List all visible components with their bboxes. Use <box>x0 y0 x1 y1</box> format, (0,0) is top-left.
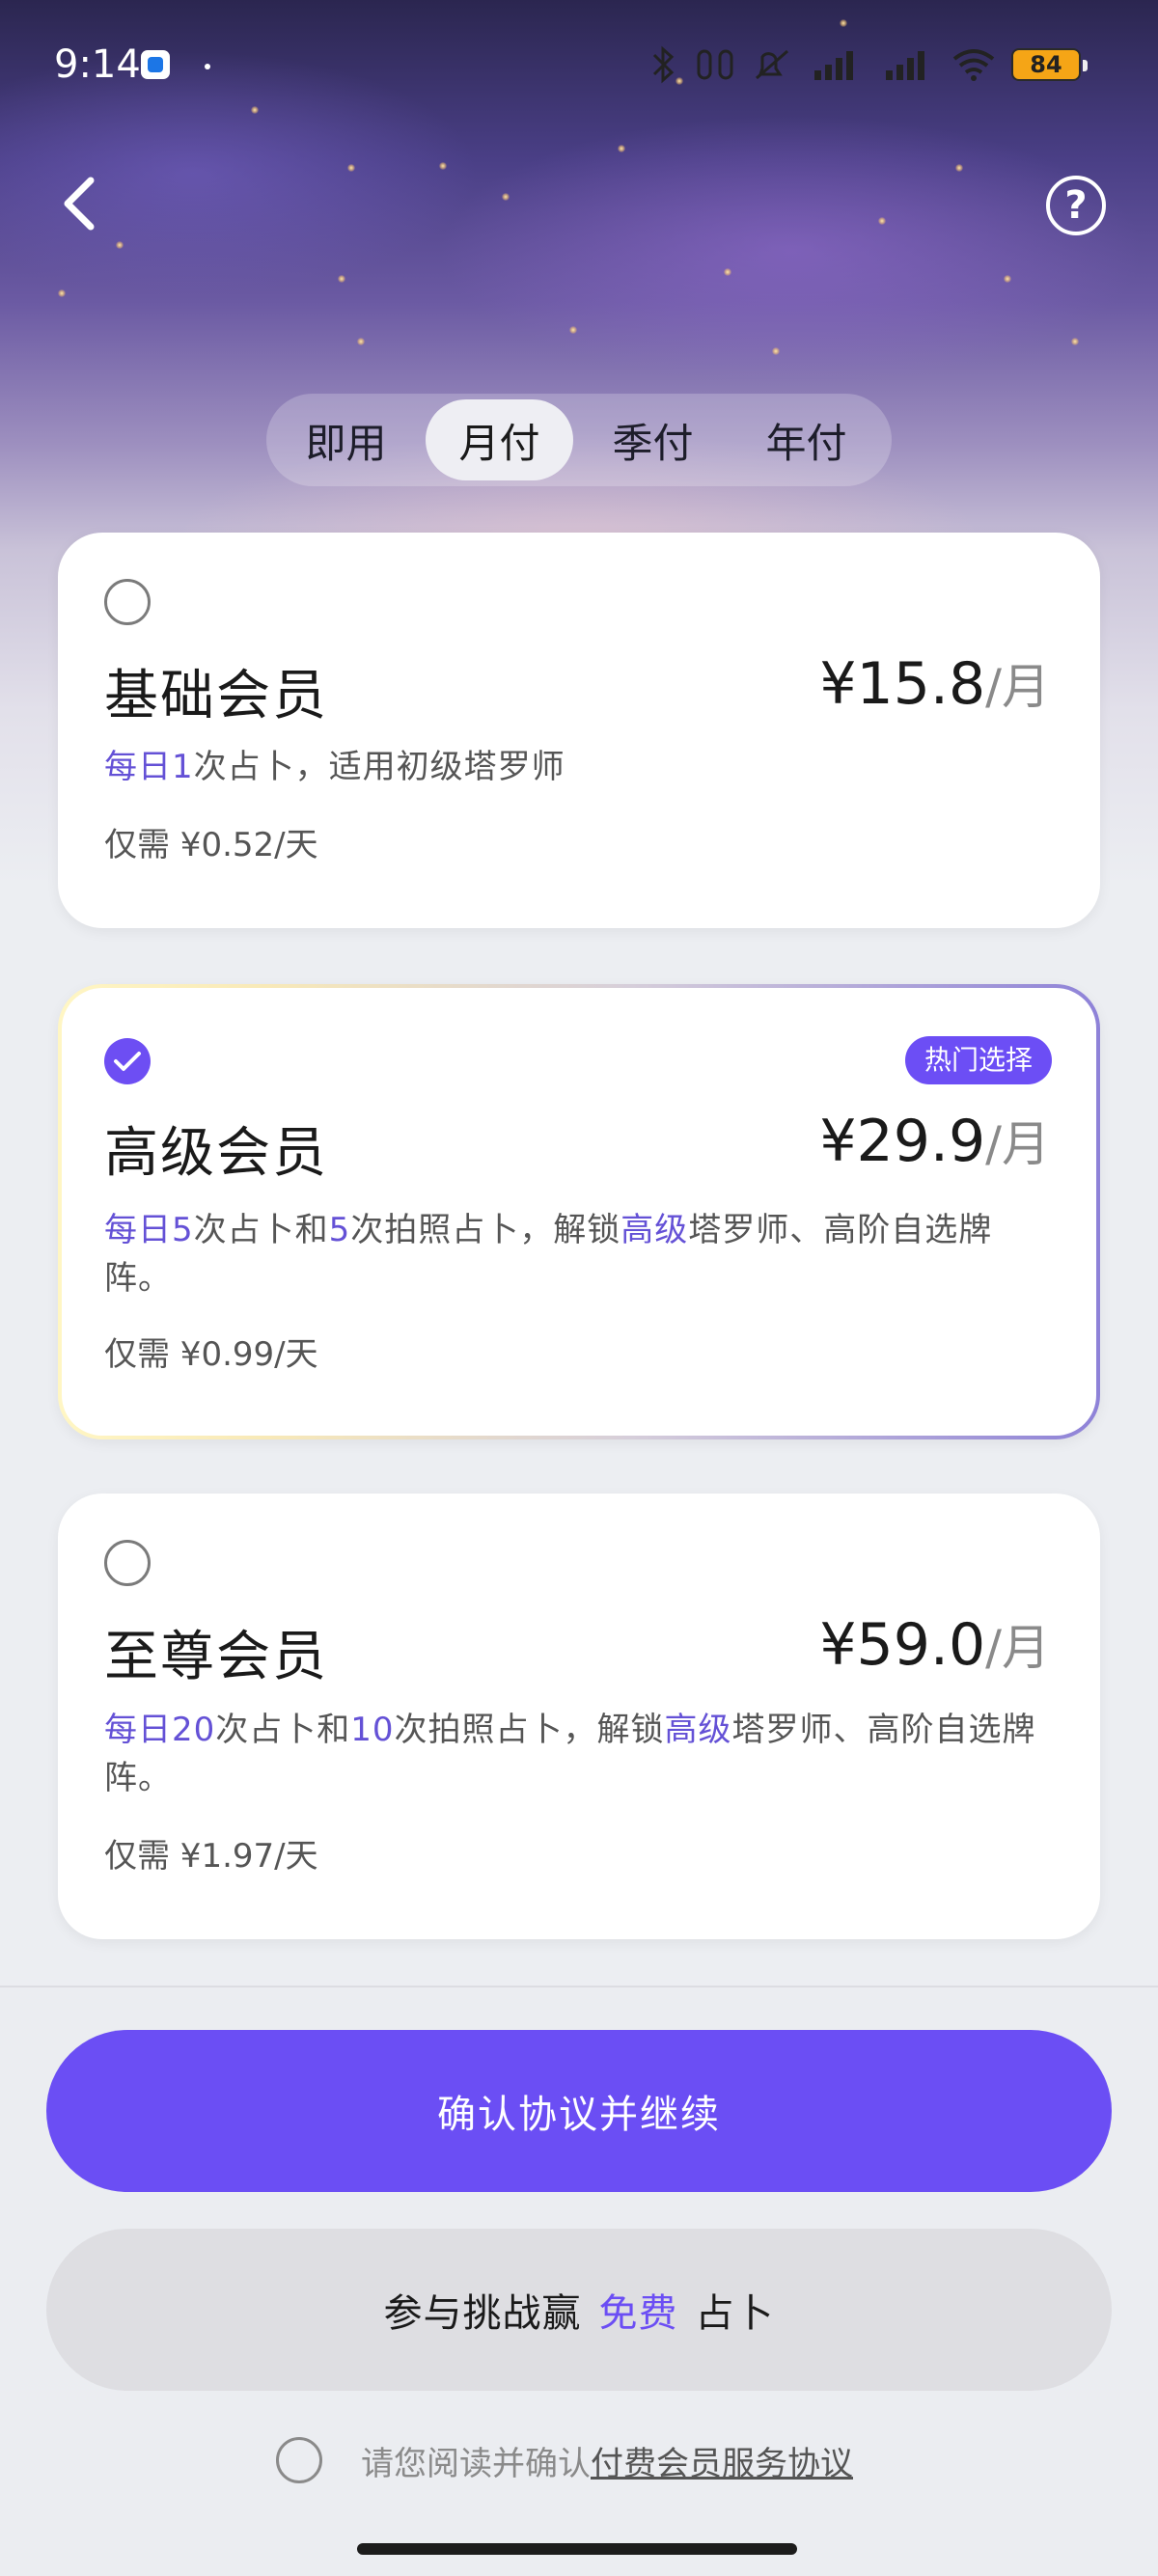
price-unit: /月 <box>985 1620 1050 1676</box>
plan-price: ¥59.0/月 <box>819 1609 1050 1679</box>
price-unit: /月 <box>985 1116 1050 1172</box>
plan-radio-supreme[interactable] <box>104 1540 151 1586</box>
plan-description: 每日20次占卜和10次拍照占卜，解锁高级塔罗师、高阶自选牌阵。 <box>104 1706 1050 1802</box>
plan-description: 每日1次占卜，适用初级塔罗师 <box>104 743 1050 791</box>
desc-highlight: 10 <box>350 1711 395 1749</box>
agreement-row: 请您阅读并确认 付费会员服务协议 <box>276 2437 853 2483</box>
desc-highlight: 每日1 <box>104 748 194 786</box>
bluetooth-icon <box>652 45 675 84</box>
challenge-suffix: 占卜 <box>695 2291 775 2336</box>
billing-period-tabs: 即用 月付 季付 年付 <box>266 394 892 486</box>
plan-card-premium[interactable]: 热门选择 高级会员 ¥29.9/月 每日5次占卜和5次拍照占卜，解锁高级塔罗师、… <box>58 984 1100 1439</box>
agreement-checkbox[interactable] <box>276 2437 322 2483</box>
notification-dot-icon <box>205 64 210 69</box>
plan-daily-price: 仅需 ¥1.97/天 <box>104 1837 318 1876</box>
desc-text: 次占卜，适用初级塔罗师 <box>193 748 565 786</box>
plan-card-supreme[interactable]: 至尊会员 ¥59.0/月 每日20次占卜和10次拍照占卜，解锁高级塔罗师、高阶自… <box>58 1494 1100 1939</box>
price-value: ¥59.0 <box>819 1611 986 1679</box>
chevron-left-icon <box>64 177 95 231</box>
home-indicator <box>357 2543 797 2555</box>
back-button[interactable] <box>50 170 108 237</box>
plan-price: ¥15.8/月 <box>819 648 1050 718</box>
confirm-continue-button[interactable]: 确认协议并继续 <box>46 2030 1112 2192</box>
plan-name: 至尊会员 <box>104 1626 328 1688</box>
status-time: 9:14 <box>54 42 141 87</box>
plan-daily-price: 仅需 ¥0.99/天 <box>104 1335 318 1374</box>
plan-daily-price: 仅需 ¥0.52/天 <box>104 826 318 864</box>
earbuds-icon <box>697 49 733 80</box>
desc-text: 次拍照占卜，解锁 <box>350 1211 621 1249</box>
plan-card-basic[interactable]: 基础会员 ¥15.8/月 每日1次占卜，适用初级塔罗师 仅需 ¥0.52/天 <box>58 533 1100 928</box>
desc-highlight: 每日5 <box>104 1211 194 1249</box>
battery-indicator: 84 <box>1011 48 1088 81</box>
desc-highlight: 5 <box>328 1211 351 1249</box>
plan-description: 每日5次占卜和5次拍照占卜，解锁高级塔罗师、高阶自选牌阵。 <box>104 1206 1050 1302</box>
price-value: ¥29.9 <box>819 1108 986 1175</box>
price-value: ¥15.8 <box>819 650 986 718</box>
plan-name: 高级会员 <box>104 1122 328 1185</box>
help-button[interactable]: ? <box>1046 176 1106 235</box>
wifi-icon <box>952 49 995 81</box>
desc-text: 次占卜和 <box>193 1211 329 1249</box>
signal-2-icon <box>886 51 924 80</box>
status-bar: 9:14 84 <box>0 0 1158 135</box>
mute-icon <box>756 49 788 80</box>
challenge-free-highlight: 免费 <box>598 2291 678 2336</box>
signal-1-icon <box>814 51 853 80</box>
desc-highlight: 高级 <box>620 1211 689 1249</box>
tab-quarterly[interactable]: 季付 <box>579 399 727 480</box>
tab-monthly[interactable]: 月付 <box>426 399 573 480</box>
tab-instant[interactable]: 即用 <box>272 399 420 480</box>
price-unit: /月 <box>985 659 1050 715</box>
status-icons: 84 <box>647 41 1088 89</box>
desc-text: 次占卜和 <box>215 1711 351 1749</box>
tab-yearly[interactable]: 年付 <box>732 399 880 480</box>
desc-highlight: 每日20 <box>104 1711 216 1749</box>
challenge-prefix: 参与挑战赢 <box>383 2291 582 2336</box>
app-notification-icon <box>141 50 170 79</box>
agreement-link[interactable]: 付费会员服务协议 <box>591 2437 853 2484</box>
desc-highlight: 高级 <box>664 1711 732 1749</box>
plan-radio-basic[interactable] <box>104 579 151 625</box>
checkmark-icon <box>114 1052 141 1071</box>
desc-text: 次拍照占卜，解锁 <box>394 1711 665 1749</box>
agreement-text: 请您阅读并确认 <box>361 2444 591 2483</box>
plan-name: 基础会员 <box>104 665 328 727</box>
plan-price: ¥29.9/月 <box>819 1106 1050 1175</box>
plan-radio-premium[interactable] <box>104 1038 151 1084</box>
challenge-free-button[interactable]: 参与挑战赢 免费 占卜 <box>46 2229 1112 2391</box>
popular-badge: 热门选择 <box>904 1036 1052 1084</box>
